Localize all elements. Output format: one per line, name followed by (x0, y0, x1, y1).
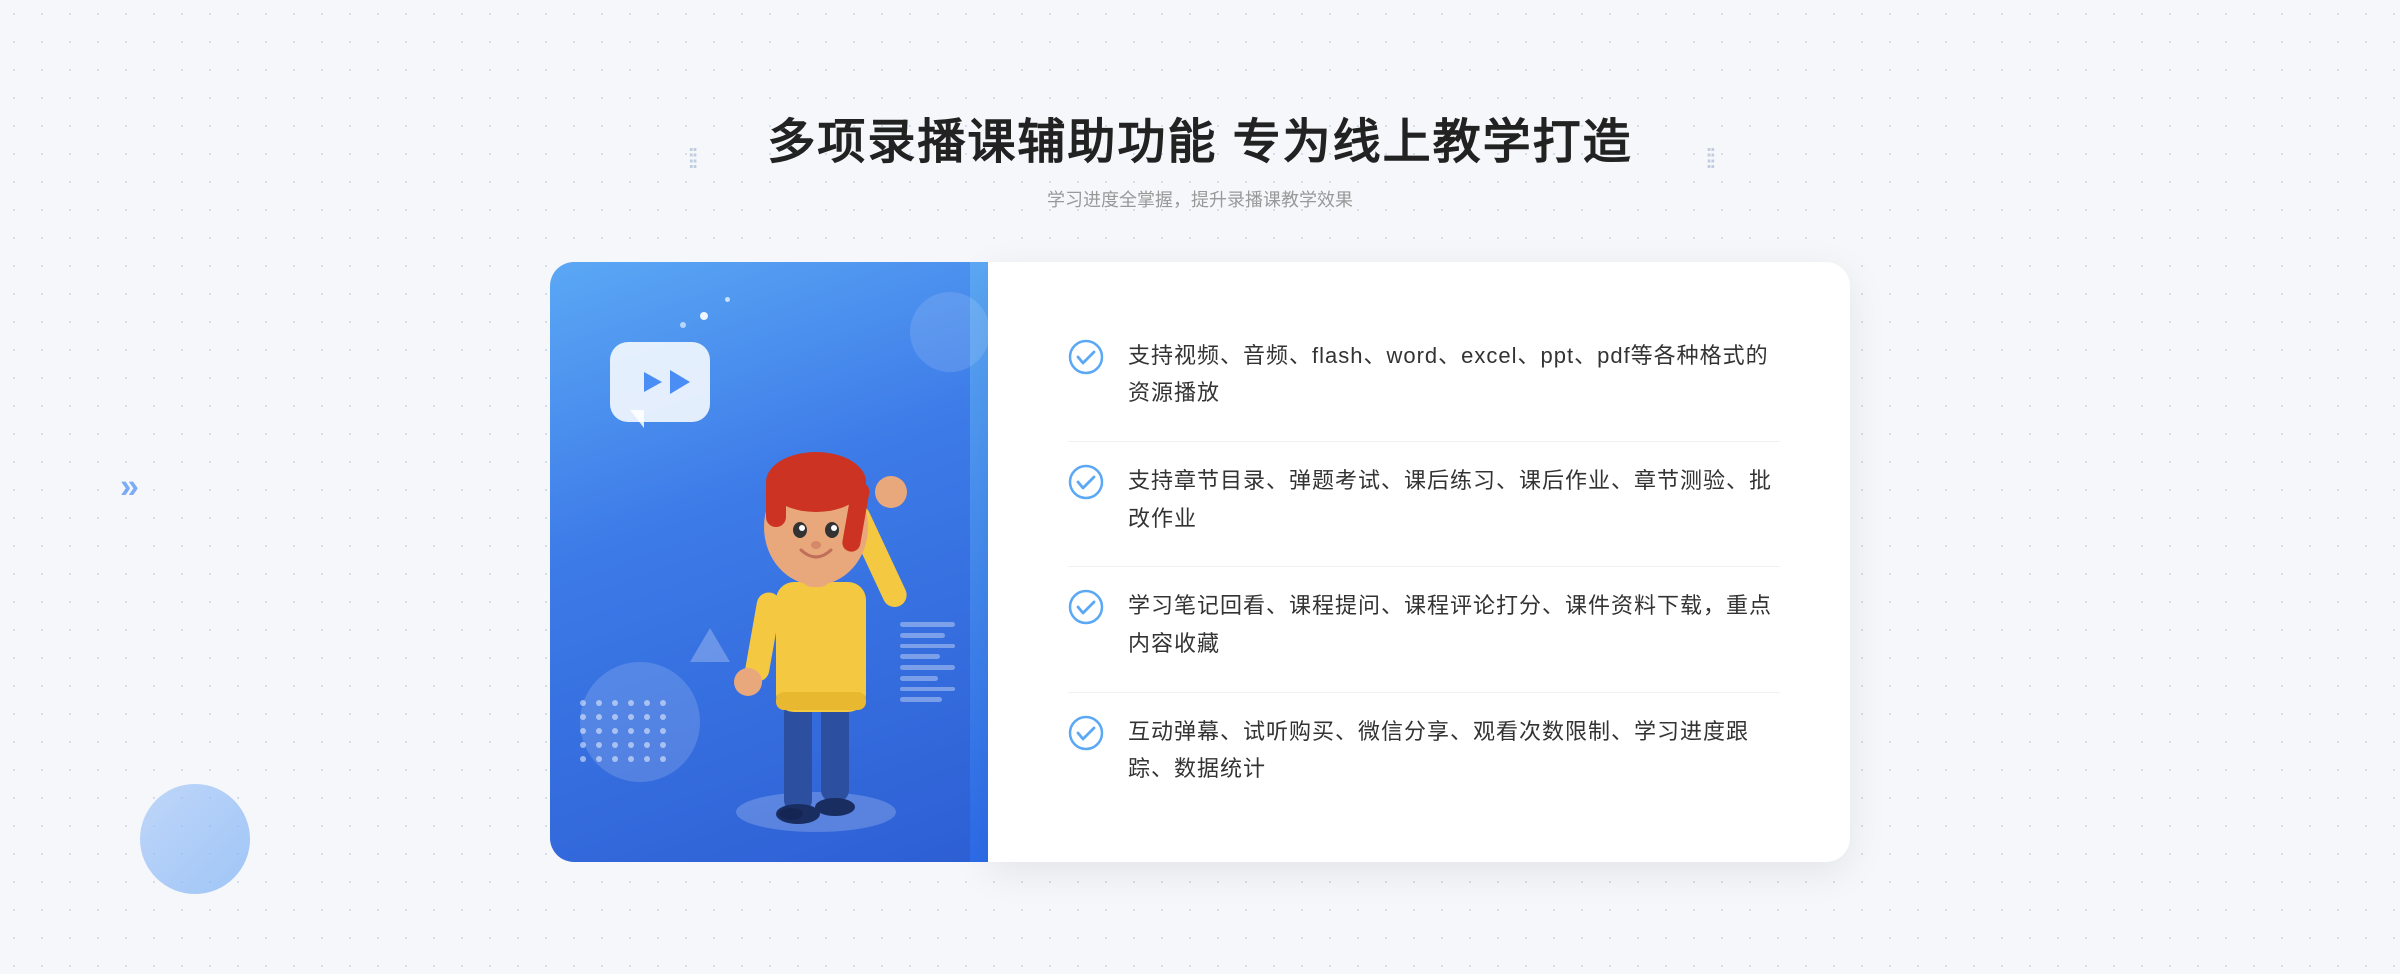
person-illustration (676, 382, 956, 862)
deco-circle-2 (910, 292, 990, 372)
deco-circle-page (140, 784, 250, 894)
sparkle-3 (680, 322, 686, 328)
features-card: 支持视频、音频、flash、word、excel、ppt、pdf等各种格式的资源… (988, 262, 1850, 862)
header-section: 多项录播课辅助功能 专为线上教学打造 学习进度全掌握，提升录播课教学效果 (767, 112, 1632, 212)
content-area: 支持视频、音频、flash、word、excel、ppt、pdf等各种格式的资源… (550, 262, 1850, 862)
feature-item-2: 支持章节目录、弹题考试、课后练习、课后作业、章节测验、批改作业 (1068, 441, 1780, 557)
check-icon-3 (1068, 589, 1104, 625)
page-title: 多项录播课辅助功能 专为线上教学打造 (767, 112, 1632, 174)
check-icon-1 (1068, 339, 1104, 375)
feature-item-1: 支持视频、音频、flash、word、excel、ppt、pdf等各种格式的资源… (1068, 317, 1780, 432)
feature-text-3: 学习笔记回看、课程提问、课程评论打分、课件资料下载，重点内容收藏 (1128, 587, 1780, 662)
play-bubble-tail (630, 410, 644, 428)
check-icon-2 (1068, 464, 1104, 500)
check-icon-4 (1068, 715, 1104, 751)
page-container: » 多项录播课辅助功能 专为线上教学打造 学习进度全掌握，提升录播课教学效果 (0, 0, 2400, 974)
feature-item-4: 互动弹幕、试听购买、微信分享、观看次数限制、学习进度跟踪、数据统计 (1068, 692, 1780, 808)
feature-item-3: 学习笔记回看、课程提问、课程评论打分、课件资料下载，重点内容收藏 (1068, 566, 1780, 682)
main-inner: 多项录播课辅助功能 专为线上教学打造 学习进度全掌握，提升录播课教学效果 (500, 112, 1900, 862)
sparkle-1 (700, 312, 708, 320)
sparkle-2 (725, 297, 730, 302)
chevron-left-icon: » (120, 468, 139, 507)
feature-text-2: 支持章节目录、弹题考试、课后练习、课后作业、章节测验、批改作业 (1128, 462, 1780, 537)
deco-dots (580, 700, 668, 762)
illustration-card (550, 262, 970, 862)
feature-text-4: 互动弹幕、试听购买、微信分享、观看次数限制、学习进度跟踪、数据统计 (1128, 713, 1780, 788)
feature-text-1: 支持视频、音频、flash、word、excel、ppt、pdf等各种格式的资源… (1128, 337, 1780, 412)
page-subtitle: 学习进度全掌握，提升录播课教学效果 (767, 186, 1632, 212)
